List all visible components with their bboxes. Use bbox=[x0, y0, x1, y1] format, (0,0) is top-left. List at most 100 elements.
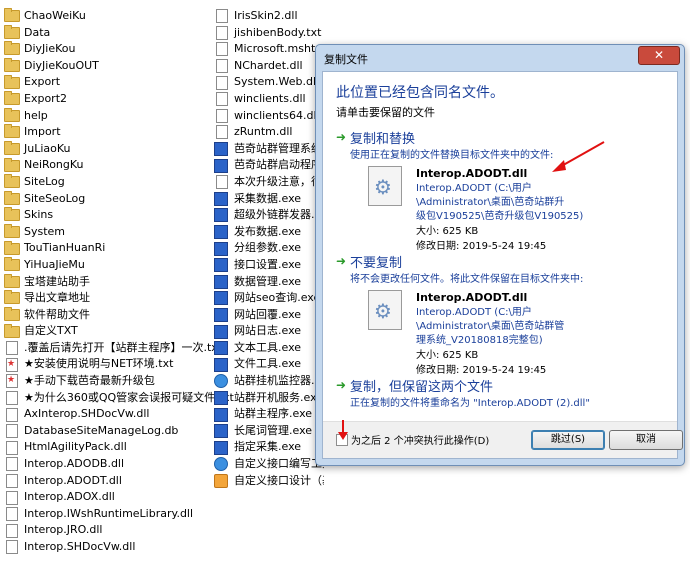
file-item[interactable]: 接口设置.exe bbox=[214, 257, 324, 274]
file-item[interactable]: 采集数据.exe bbox=[214, 191, 324, 208]
file-item[interactable]: JuLiaoKu bbox=[4, 141, 209, 158]
file-item[interactable]: 网站日志.exe bbox=[214, 323, 324, 340]
file-item[interactable]: SiteSeoLog bbox=[4, 190, 209, 208]
folder-icon bbox=[4, 174, 20, 189]
file-name: System.Web.dll bbox=[234, 75, 320, 89]
option-description: 正在复制的文件将重命名为 "Interop.ADODT (2).dll" bbox=[350, 398, 590, 409]
file-item[interactable]: Interop.ADODB.dll bbox=[4, 456, 209, 473]
option-dont-copy[interactable]: ➜ 不要复制 将不会更改任何文件。将此文件保留在目标文件夹中: Interop.… bbox=[336, 252, 666, 376]
red-annotation-arrow-icon bbox=[552, 141, 605, 172]
file-name: 芭奇站群管理系统_V2 bbox=[234, 141, 324, 155]
text-file-icon bbox=[216, 175, 228, 190]
file-item[interactable]: Export bbox=[4, 74, 209, 91]
option-copy-replace[interactable]: ➜ 复制和替换 使用正在复制的文件替换目标文件夹中的文件: Interop.AD… bbox=[336, 128, 666, 252]
file-item[interactable]: NChardet.dll bbox=[214, 58, 324, 75]
dialog-body: 此位置已经包含同名文件。 请单击要保留的文件 ➜ 复制和替换 使用正在复制的文件… bbox=[322, 71, 683, 459]
file-item[interactable]: 自定义TXT bbox=[4, 323, 209, 340]
shortcut-icon bbox=[6, 372, 18, 389]
file-item[interactable]: 芭奇站群启动程序.exe bbox=[214, 157, 324, 174]
file-item[interactable]: 分组参数.exe bbox=[214, 240, 324, 257]
file-item[interactable]: Interop.SHDocVw.dll bbox=[4, 539, 209, 556]
file-item[interactable]: Data bbox=[4, 24, 209, 42]
file-item[interactable]: ★为什么360或QQ管家会误报可疑文件.txt bbox=[4, 390, 234, 407]
file-item[interactable]: 宝塔建站助手 bbox=[4, 273, 209, 291]
red-annotation-arrow-icon bbox=[338, 420, 348, 440]
file-item[interactable]: IrisSkin2.dll bbox=[214, 8, 324, 25]
globe-icon bbox=[214, 374, 228, 389]
file-item[interactable]: 文本工具.exe bbox=[214, 340, 324, 357]
file-item[interactable]: Import bbox=[4, 124, 209, 141]
file-item[interactable]: winclients.dll bbox=[214, 91, 324, 108]
file-item[interactable]: ChaoWeiKu bbox=[4, 8, 209, 25]
file-item[interactable]: Skins bbox=[4, 207, 209, 224]
file-item[interactable]: Interop.ADODT.dll bbox=[4, 473, 209, 490]
file-item[interactable]: TouTianHuanRi bbox=[4, 240, 209, 257]
file-item[interactable]: YiHuaJieMu bbox=[4, 257, 209, 274]
dll-file-icon bbox=[216, 59, 228, 74]
file-item[interactable]: 超级外链群发器.exe bbox=[214, 207, 324, 224]
exe-app-icon bbox=[214, 158, 228, 173]
file-item[interactable]: System.Web.dll bbox=[214, 74, 324, 91]
file-item[interactable]: 网站seo查询.exe bbox=[214, 290, 324, 307]
file-name: 采集数据.exe bbox=[234, 191, 302, 205]
file-item[interactable]: Interop.ADOX.dll bbox=[4, 489, 209, 506]
file-name: 导出文章地址 bbox=[24, 291, 90, 305]
folder-icon bbox=[4, 41, 20, 56]
file-item[interactable]: AxInterop.SHDocVw.dll bbox=[4, 406, 209, 423]
file-item[interactable]: 自定义接口编写工具.exe bbox=[214, 456, 324, 473]
file-item[interactable]: 发布数据.exe bbox=[214, 224, 324, 241]
file-item[interactable]: HtmlAgilityPack.dll bbox=[4, 439, 209, 456]
file-item[interactable]: 本次升级注意，很重要 bbox=[214, 174, 324, 191]
file-item[interactable]: Export2 bbox=[4, 91, 209, 108]
file-item[interactable]: winclients64.dll bbox=[214, 108, 324, 125]
file-item[interactable]: Interop.JRO.dll bbox=[4, 522, 209, 539]
cancel-button[interactable]: 取消 bbox=[609, 430, 683, 450]
file-name: Interop.ADODT.dll bbox=[24, 473, 122, 487]
file-item[interactable]: 文件工具.exe bbox=[214, 356, 324, 373]
file-item[interactable]: 导出文章地址 bbox=[4, 290, 209, 307]
option-copy-keep-both[interactable]: ➜ 复制，但保留这两个文件 正在复制的文件将重命名为 "Interop.ADOD… bbox=[336, 376, 666, 410]
file-item[interactable]: ★手动下载芭奇最新升级包 bbox=[4, 372, 209, 390]
apply-to-all-label[interactable]: 为之后 2 个冲突执行此操作(D) bbox=[351, 432, 489, 447]
file-name: zRuntm.dll bbox=[234, 125, 293, 139]
file-item[interactable]: DiyJieKouOUT bbox=[4, 58, 209, 75]
file-item[interactable]: DiyJieKou bbox=[4, 41, 209, 58]
file-item[interactable]: .覆盖后请先打开【站群主程序】一次.txt bbox=[4, 340, 222, 357]
file-item[interactable]: System bbox=[4, 224, 209, 241]
file-name: winclients.dll bbox=[234, 91, 306, 105]
folder-icon bbox=[4, 290, 20, 305]
file-item[interactable]: 自定义接口设计（基本教程）.html bbox=[214, 473, 324, 490]
skip-button[interactable]: 跳过(S) bbox=[531, 430, 605, 450]
file-item[interactable]: Interop.IWshRuntimeLibrary.dll bbox=[4, 506, 209, 523]
dialog-headline: 此位置已经包含同名文件。 bbox=[336, 85, 504, 101]
file-name: DiyJieKouOUT bbox=[24, 58, 99, 72]
file-item[interactable]: zRuntm.dll bbox=[214, 124, 324, 141]
file-name: Interop.ADOX.dll bbox=[24, 490, 115, 504]
file-item[interactable]: SiteLog bbox=[4, 174, 209, 191]
file-item[interactable]: 站群挂机监控器.exe bbox=[214, 373, 324, 390]
close-button[interactable]: ✕ bbox=[638, 46, 680, 65]
file-item[interactable]: 网站回覆.exe bbox=[214, 307, 324, 324]
file-item[interactable]: 指定采集.exe bbox=[214, 439, 324, 456]
file-item[interactable]: DatabaseSiteManageLog.db bbox=[4, 423, 209, 440]
file-name: 网站日志.exe bbox=[234, 324, 302, 338]
dialog-titlebar[interactable]: 复制文件 ✕ bbox=[316, 45, 684, 71]
file-item[interactable]: 芭奇站群管理系统_V2 bbox=[214, 141, 324, 158]
file-item[interactable]: 软件帮助文件 bbox=[4, 306, 209, 324]
file-item[interactable]: NeiRongKu bbox=[4, 157, 209, 174]
file-item[interactable]: 长尾词管理.exe bbox=[214, 423, 324, 440]
file-name: 自定义TXT bbox=[24, 324, 78, 338]
file-item[interactable]: help bbox=[4, 107, 209, 125]
file-name: Skins bbox=[24, 208, 54, 222]
file-item[interactable]: 数据管理.exe bbox=[214, 274, 324, 291]
folder-icon bbox=[4, 58, 20, 73]
file-item[interactable]: 站群开机服务.exe bbox=[214, 390, 324, 407]
file-item[interactable]: jishibenBody.txt bbox=[214, 25, 324, 42]
file-item[interactable]: Microsoft.mshtml.dll bbox=[214, 41, 324, 58]
file-name: help bbox=[24, 108, 48, 122]
dll-file-icon bbox=[216, 92, 228, 107]
file-item[interactable]: 站群主程序.exe bbox=[214, 406, 324, 423]
exe-app-icon bbox=[214, 324, 228, 339]
file-item[interactable]: ★安装使用说明与NET环境.txt bbox=[4, 356, 209, 373]
file-path: Interop.ADODT (C:\用户\Administrator\桌面\芭奇… bbox=[416, 183, 565, 208]
